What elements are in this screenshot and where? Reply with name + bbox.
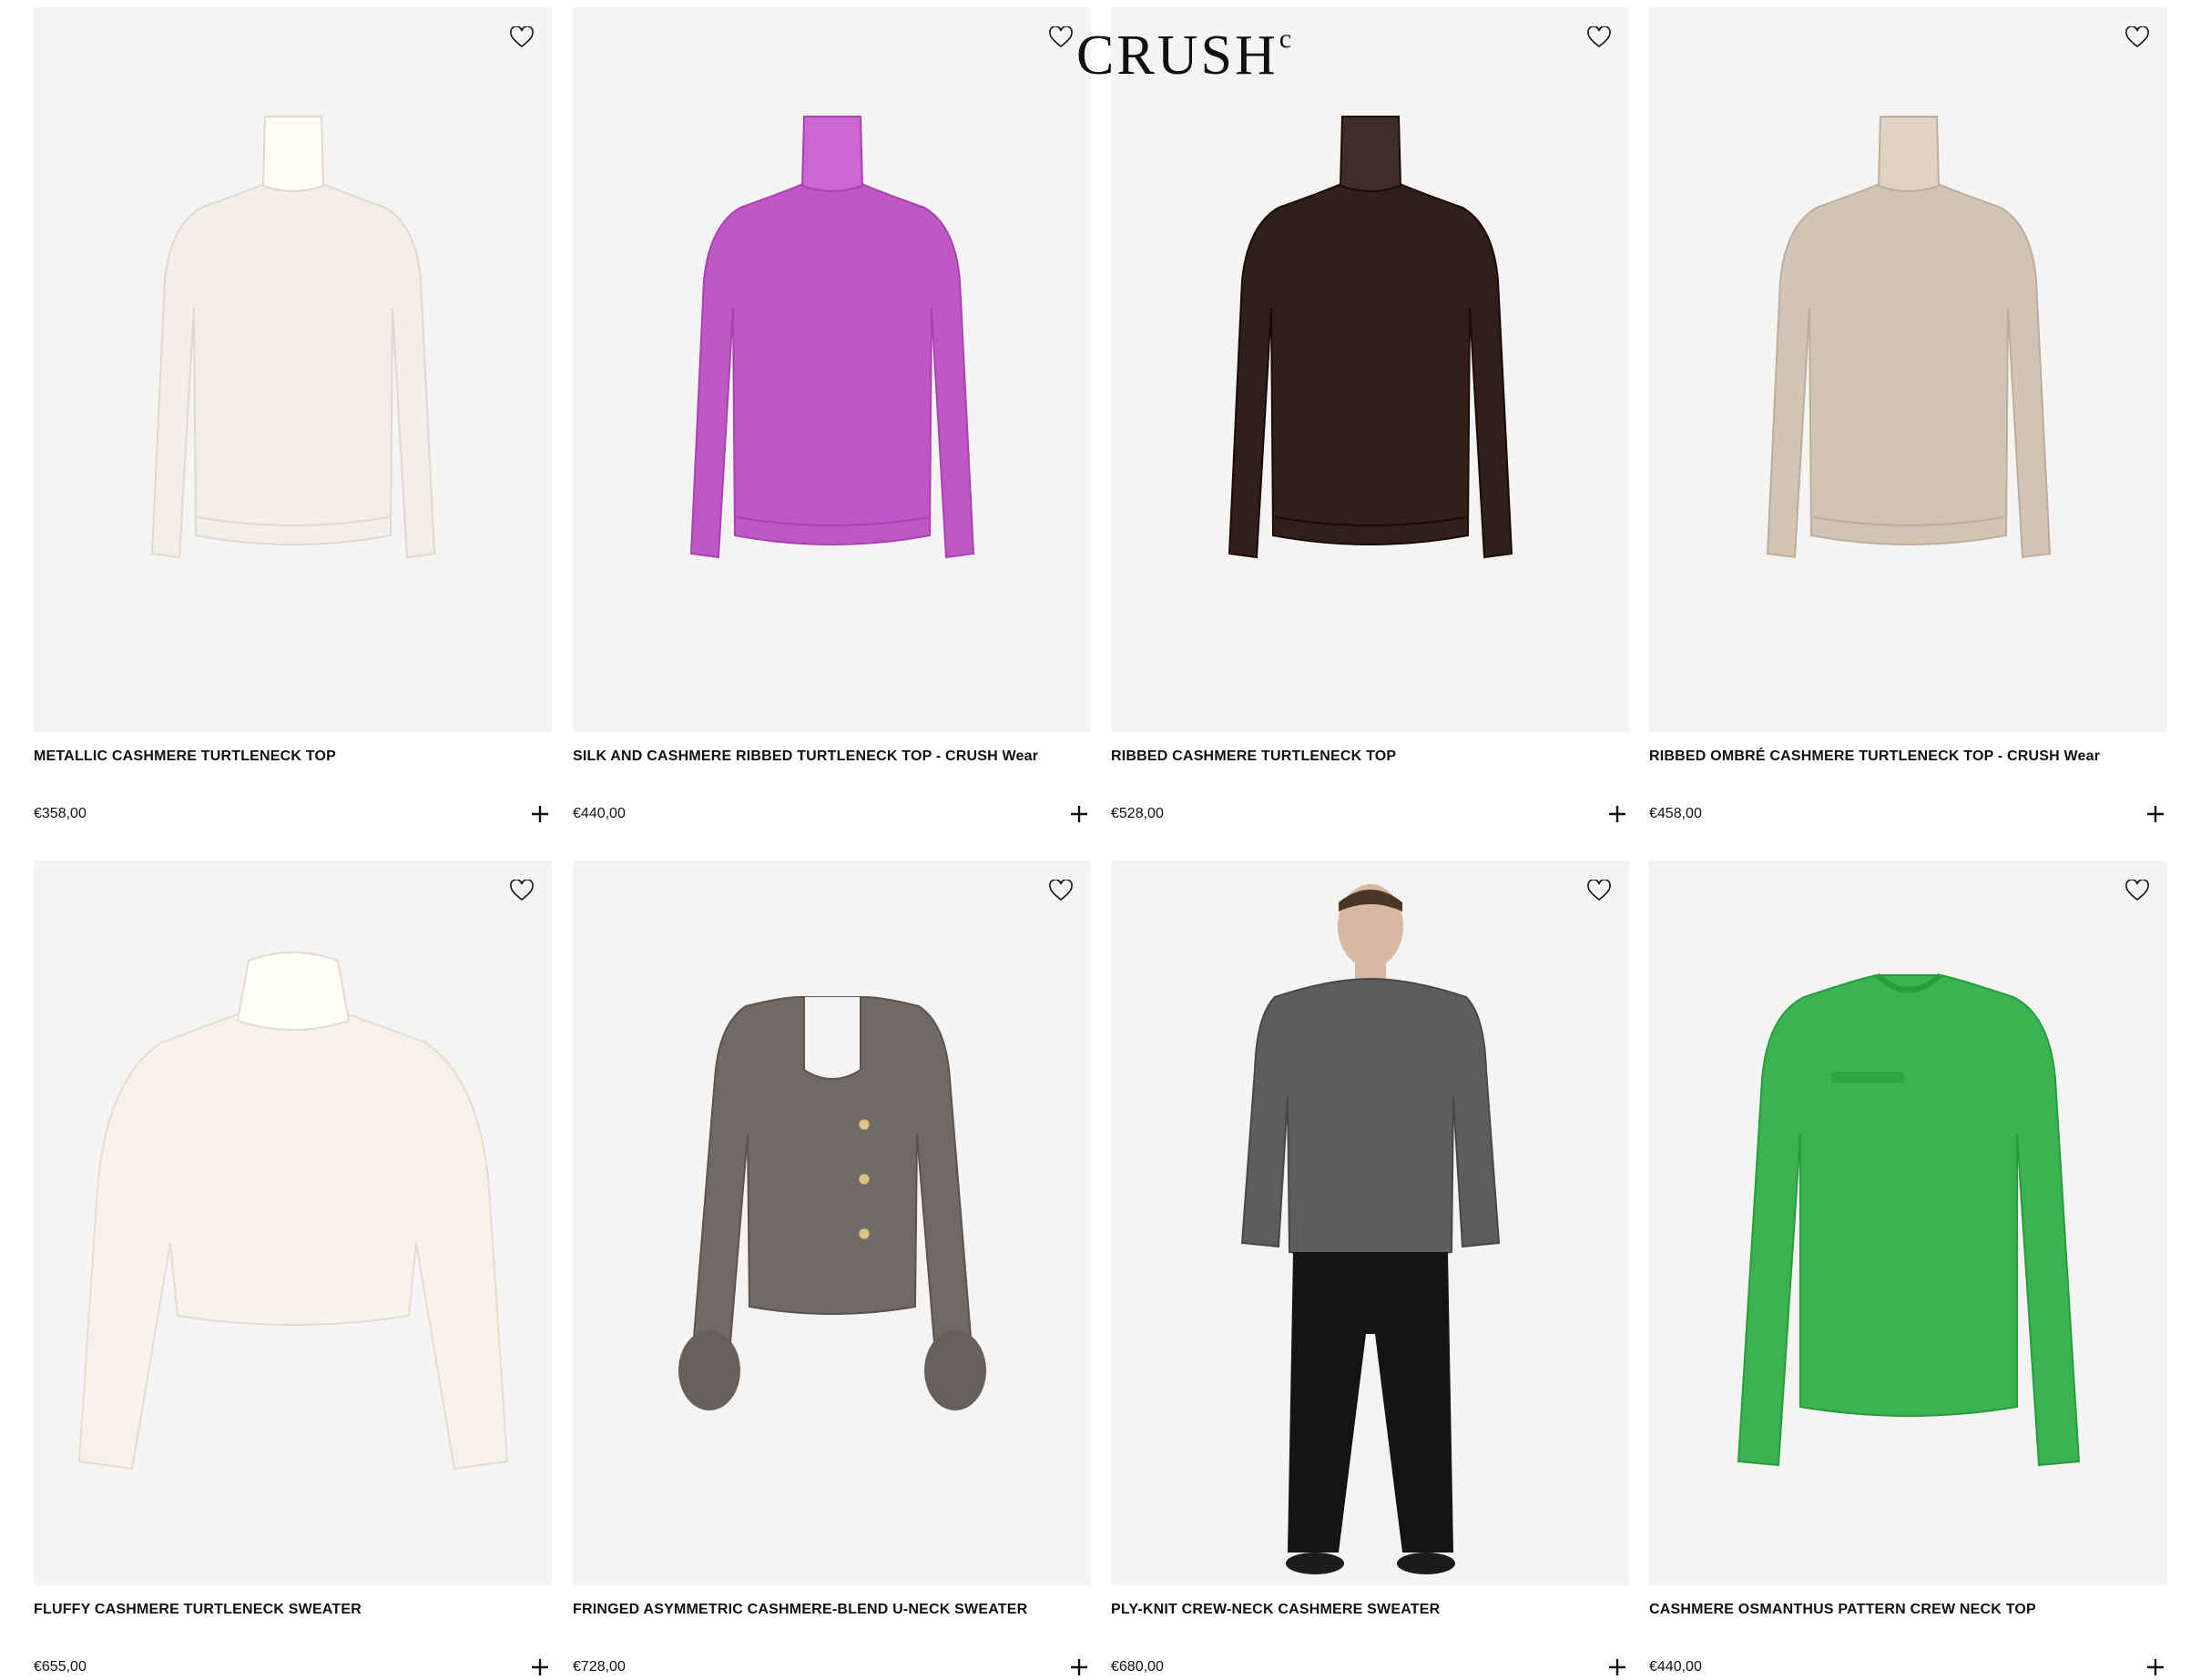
add-to-cart-button[interactable] [1066,1655,1092,1680]
add-to-cart-button[interactable] [1066,801,1092,827]
heart-outline-icon [1587,26,1611,48]
sweater-collar [236,952,351,1031]
product-name[interactable]: CASHMERE OSMANTHUS PATTERN CREW NECK TOP [1649,1602,2159,1618]
add-to-cart-button[interactable] [1605,801,1630,827]
product-name[interactable]: RIBBED OMBRÉ CASHMERE TURTLENECK TOP - C… [1649,748,2159,765]
add-to-cart-button[interactable] [2143,801,2168,827]
model-shoe [1397,1553,1455,1574]
wishlist-button[interactable] [1585,24,1613,51]
add-to-cart-button[interactable] [527,1655,553,1680]
sweater-collar [261,116,325,192]
sweater-body [150,179,436,559]
wishlist-button[interactable] [1585,877,1613,904]
plus-icon [2147,806,2164,822]
wishlist-button[interactable] [508,24,535,51]
model-trousers [1288,1252,1453,1553]
heart-outline-icon [1587,880,1611,901]
product-name[interactable]: METALLIC CASHMERE TURTLENECK TOP [34,748,544,765]
product-name[interactable]: FRINGED ASYMMETRIC CASHMERE-BLEND U-NECK… [573,1602,1083,1618]
heart-outline-icon [2125,880,2149,901]
product-price: €358,00 [34,806,87,821]
sweater-neckline [803,997,861,1080]
fringe-cuff [678,1330,740,1410]
heart-outline-icon [510,880,534,901]
product-price: €655,00 [34,1659,87,1675]
heart-outline-icon [1049,880,1073,901]
add-to-cart-button[interactable] [1605,1655,1630,1680]
heart-outline-icon [2125,26,2149,48]
product-price: €728,00 [573,1659,626,1675]
brand-mark: c [1279,24,1295,54]
product-image[interactable] [1111,7,1629,732]
sweater-body [689,179,975,559]
product-price: €680,00 [1111,1659,1164,1675]
product-name[interactable]: SILK AND CASHMERE RIBBED TURTLENECK TOP … [573,748,1083,765]
product-price: €440,00 [1649,1659,1702,1675]
product-price: €528,00 [1111,806,1164,821]
add-to-cart-button[interactable] [527,801,553,827]
sweater-button [858,1118,871,1131]
heart-outline-icon [510,26,534,48]
add-to-cart-button[interactable] [2143,1655,2168,1680]
sweater-body [1228,179,1513,559]
sweater-collar [800,116,864,192]
product-image[interactable] [1111,860,1629,1585]
plus-icon [1071,1659,1087,1675]
wishlist-button[interactable] [2124,877,2151,904]
product-image[interactable] [34,7,552,732]
product-image[interactable] [34,860,552,1585]
sweater-body [1766,179,2052,559]
product-name[interactable]: FLUFFY CASHMERE TURTLENECK SWEATER [34,1602,544,1618]
plus-icon [2147,1659,2164,1675]
fringe-cuff [924,1330,986,1410]
plus-icon [1071,806,1087,822]
heart-outline-icon [1049,26,1073,48]
product-image[interactable] [573,860,1091,1585]
sweater-button [858,1173,871,1186]
sweater-collar [1877,116,1941,192]
wishlist-button[interactable] [1047,877,1075,904]
sweater-collar [1339,116,1402,192]
product-price: €440,00 [573,806,626,821]
plus-icon [532,1659,548,1675]
product-image[interactable] [1649,7,2167,732]
plus-icon [1609,1659,1625,1675]
product-name[interactable]: PLY-KNIT CREW-NECK CASHMERE SWEATER [1111,1602,1621,1618]
plus-icon [1609,806,1625,822]
sweater-body [1737,974,2081,1467]
product-image[interactable] [1649,860,2167,1585]
sweater-body [77,1005,509,1471]
brand-logo[interactable]: CRUSHc [1076,24,1295,87]
product-price: €458,00 [1649,806,1702,821]
product-name[interactable]: RIBBED CASHMERE TURTLENECK TOP [1111,748,1621,765]
model-shoe [1286,1553,1344,1574]
sweater-body [1240,977,1501,1259]
wishlist-button[interactable] [2124,24,2151,51]
sweater-button [858,1227,871,1240]
plus-icon [532,806,548,822]
product-image[interactable] [573,7,1091,732]
wishlist-button[interactable] [508,877,535,904]
brand-name: CRUSH [1076,25,1279,87]
sweater-pocket [1831,1072,1904,1083]
wishlist-button[interactable] [1047,24,1075,51]
